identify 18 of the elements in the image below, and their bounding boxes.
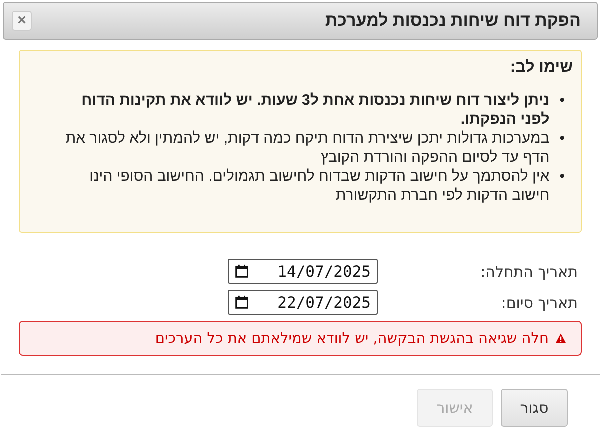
bullet: • xyxy=(560,91,565,110)
notice-item: במערכות גדולות יתכן שיצירת הדוח תיקח כמה דקות, יש להמתין ולא לסגור את הדף עד לסיום ההפקה והורדת הקובץ xyxy=(64,129,550,167)
field-label: תאריך התחלה: xyxy=(480,262,578,280)
error-message: חלה שגיאה בהגשת הבקשה, יש לוודא שמילאתם את כל הערכים xyxy=(155,330,549,346)
warning-icon xyxy=(555,333,567,344)
date-field[interactable]: 14/07/2025 xyxy=(228,259,378,284)
calendar-icon[interactable] xyxy=(235,295,249,310)
bullet: • xyxy=(560,129,565,148)
close-dialog-button[interactable]: סגור xyxy=(501,389,568,427)
bullet: • xyxy=(560,167,565,186)
field-label: תאריך סיום: xyxy=(500,294,578,312)
dialog-title: הפקת דוח שיחות נכנסות למערכת xyxy=(325,11,581,31)
notice-item: אין להסתמך על חישוב הדקות שבדוח לחישוב תגמולים. החישוב הסופי הינו חישוב הדקות לפי חברת התקשורת xyxy=(88,167,550,205)
close-button[interactable]: × xyxy=(12,11,32,31)
date-field[interactable]: 22/07/2025 xyxy=(228,290,378,315)
notice-heading: שימו לב: xyxy=(509,59,573,77)
calendar-icon[interactable] xyxy=(235,264,249,279)
notice-item: ניתן ליצור דוח שיחות נכנסות אחת ל3 שעות. יש לוודא את תקינות הדוח לפני הנפקתו. xyxy=(80,91,550,129)
